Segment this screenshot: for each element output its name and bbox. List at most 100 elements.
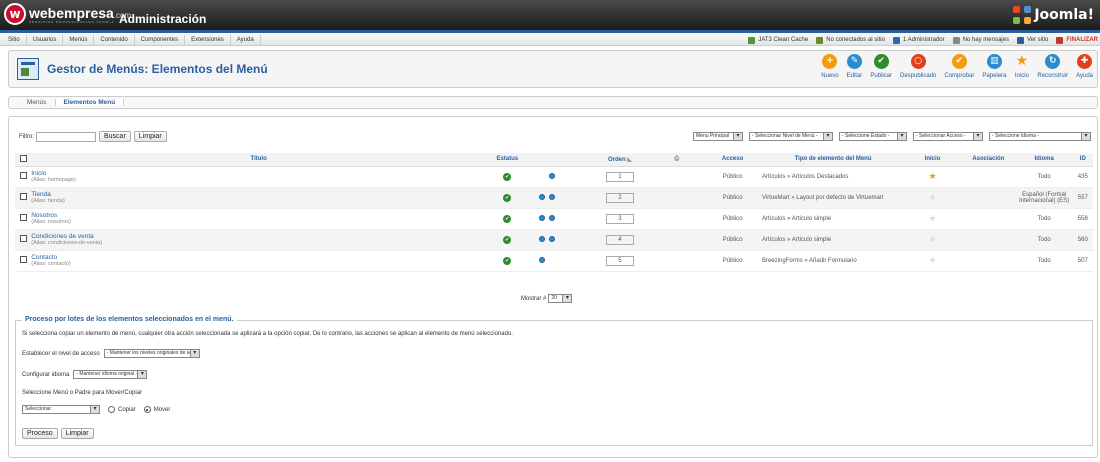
col-id[interactable]: ID	[1072, 153, 1093, 167]
move-down-icon[interactable]	[548, 235, 555, 242]
col-association[interactable]: Asociación	[960, 153, 1016, 167]
copy-radio-label: Copiar	[118, 406, 136, 413]
publicar-button[interactable]: ✔ Publicar	[870, 54, 892, 79]
status-item[interactable]: FINALIZAR	[1056, 35, 1098, 45]
table-row[interactable]: Nosotros (Alias: nosotros) ✔ 3 Público Artícu…	[15, 208, 1093, 230]
col-access[interactable]: Acceso	[703, 153, 763, 167]
home-star-off-icon[interactable]: ★	[928, 213, 936, 223]
item-title-link[interactable]: Nosotros	[31, 212, 486, 219]
papelera-button[interactable]: ▥ Papelera	[982, 54, 1006, 79]
language-cell: Todo	[1015, 166, 1073, 188]
home-star-off-icon[interactable]: ★	[928, 234, 936, 244]
publish-icon: ✔	[873, 54, 889, 69]
item-alias: (Alias: nosotros)	[31, 219, 71, 225]
menu-item[interactable]: Usuarios	[27, 35, 64, 45]
menu-item[interactable]: Sitio	[2, 35, 27, 45]
order-input[interactable]: 3	[605, 213, 634, 224]
status-item[interactable]: 1 Administrador	[892, 35, 945, 45]
menu-item[interactable]: Extensiones	[185, 35, 231, 45]
ayuda-button[interactable]: ✚ Ayuda	[1076, 54, 1093, 79]
col-title[interactable]: Título	[31, 153, 486, 167]
menu-item[interactable]: Ayuda	[231, 35, 261, 45]
col-order[interactable]: Orden ◣	[589, 153, 651, 167]
order-input[interactable]: 5	[605, 255, 634, 266]
inicio-button[interactable]: ★ Inicio	[1014, 54, 1029, 80]
main-menubar: Sitio Usuarios Menús Contenido Componentes Ex…	[0, 30, 1100, 46]
published-check-icon[interactable]: ✔	[503, 235, 512, 244]
editar-button[interactable]: ✎ Editar	[847, 54, 862, 79]
batch-clear-button[interactable]: Limpiar	[60, 428, 94, 439]
move-down-icon[interactable]	[548, 214, 555, 221]
move-down-icon[interactable]	[548, 172, 555, 179]
despublicado-button[interactable]: ○ Despublicado	[900, 54, 936, 79]
state-select[interactable]: - Seleccione Estado -	[839, 132, 907, 141]
select-all-checkbox[interactable]	[19, 154, 27, 162]
table-row[interactable]: Contacto (Alias: contacto) ✔ 5 Público Breezi…	[15, 250, 1093, 272]
row-checkbox[interactable]	[19, 193, 27, 200]
published-check-icon[interactable]: ✔	[503, 172, 512, 181]
item-title-link[interactable]: Condiciones de venta	[31, 233, 486, 240]
item-title-link[interactable]: Inicio	[31, 170, 486, 177]
batch-language-select[interactable]: - Mantener idioma original -	[73, 370, 148, 379]
move-up-icon[interactable]	[538, 193, 545, 200]
row-checkbox[interactable]	[19, 235, 27, 242]
comprobar-button[interactable]: ✔ Comprobar	[944, 54, 974, 79]
limit-select[interactable]: 20	[548, 294, 573, 303]
order-input[interactable]: 2	[605, 192, 634, 203]
status-item[interactable]: JAT3 Clean Cache	[748, 35, 808, 45]
menu-item[interactable]: Componentes	[135, 35, 186, 45]
reconstruir-button[interactable]: ↻ Reconstruir	[1037, 54, 1068, 79]
order-input[interactable]: 4	[605, 234, 634, 245]
status-item[interactable]: Ver sitio	[1016, 35, 1048, 45]
batch-move-select[interactable]: Seleccionar	[22, 405, 100, 414]
row-checkbox[interactable]	[19, 214, 27, 221]
home-star-off-icon[interactable]: ★	[928, 255, 936, 265]
move-down-icon[interactable]	[548, 193, 555, 200]
toolbar-button-label: Despublicado	[900, 73, 937, 79]
brand-tagline: SERVICIOS PROFESIONALES JOOMLA	[29, 19, 115, 24]
home-star-icon[interactable]: ★	[928, 171, 936, 181]
filter-search-input[interactable]	[36, 131, 96, 142]
col-language[interactable]: Idioma	[1015, 153, 1073, 167]
item-title-link[interactable]: Contacto	[31, 254, 486, 261]
joomla-wordmark: Joomla!	[1034, 7, 1094, 23]
published-check-icon[interactable]: ✔	[503, 256, 512, 265]
level-select[interactable]: - Seleccionar Nivel de Menú -	[749, 132, 833, 141]
table-row[interactable]: Inicio (Alias: homepage) ✔ 1 Público Artículo…	[15, 166, 1093, 188]
table-row[interactable]: Tienda (Alias: tienda) ✔ 2 Público VirtueMart…	[15, 187, 1093, 209]
move-up-icon[interactable]	[538, 214, 545, 221]
brand-logo[interactable]: w webempresa.com SERVICIOS PROFESIONALES …	[4, 3, 131, 25]
nuevo-button[interactable]: + Nuevo	[821, 54, 839, 79]
menu-item[interactable]: Contenido	[94, 35, 135, 45]
language-cell: Todo	[1015, 250, 1073, 272]
language-select[interactable]: - Seleccione Idioma -	[989, 132, 1091, 141]
batch-access-select[interactable]: - Mantener los niveles originales de acc…	[103, 349, 200, 358]
row-checkbox[interactable]	[19, 172, 27, 179]
access-select[interactable]: - Seleccionar Acceso -	[913, 132, 983, 141]
admin-title: Administración	[119, 12, 207, 26]
published-check-icon[interactable]: ✔	[503, 214, 512, 223]
search-button[interactable]: Buscar	[99, 131, 131, 142]
item-title-link[interactable]: Tienda	[31, 191, 486, 198]
tab-menus[interactable]: Menús	[19, 99, 55, 106]
menu-item[interactable]: Menús	[63, 35, 95, 45]
copy-radio[interactable]	[108, 406, 115, 413]
row-checkbox[interactable]	[19, 256, 27, 263]
col-status[interactable]: Estatus	[485, 153, 529, 167]
menu-select[interactable]: Menu Principal	[693, 132, 743, 141]
table-row[interactable]: Condiciones de venta (Alias: condiciones-…	[15, 229, 1093, 251]
batch-process-button[interactable]: Proceso	[22, 428, 58, 439]
status-item[interactable]: No hay mensajes	[952, 35, 1009, 45]
col-home[interactable]: Inicio	[904, 153, 961, 167]
move-up-icon[interactable]	[538, 235, 545, 242]
home-star-off-icon[interactable]: ★	[928, 192, 936, 202]
published-check-icon[interactable]: ✔	[503, 193, 512, 202]
status-item[interactable]: No conectados al sitio	[816, 35, 885, 45]
tab-menu-items[interactable]: Elementos Menú	[54, 99, 125, 106]
save-order-icon[interactable]: ⎙	[674, 156, 679, 162]
move-radio[interactable]	[143, 406, 151, 413]
col-type[interactable]: Tipo de elemento del Menú	[762, 153, 905, 167]
move-up-icon[interactable]	[538, 256, 545, 263]
order-input[interactable]: 1	[605, 171, 634, 182]
clear-filter-button[interactable]: Limpiar	[133, 131, 167, 142]
